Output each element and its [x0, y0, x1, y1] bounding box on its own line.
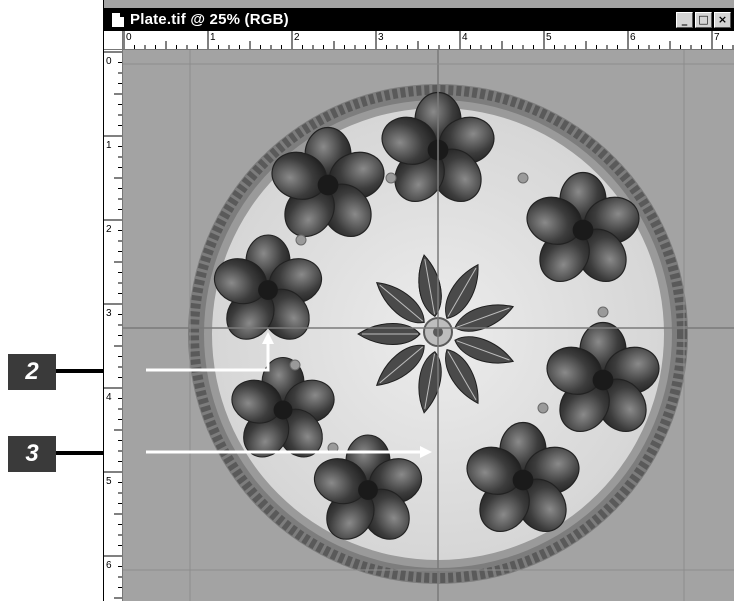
h-ruler-label-7: 7 — [714, 32, 720, 43]
h-ruler-label-1: 1 — [210, 32, 216, 43]
title-bar[interactable]: Plate.tif @ 25% (RGB) _ □ × — [104, 8, 734, 31]
h-ruler-label-2: 2 — [294, 32, 300, 43]
v-ruler-label-2: 2 — [106, 224, 112, 235]
close-button[interactable]: × — [714, 12, 731, 28]
v-ruler-label-1: 1 — [106, 140, 112, 151]
callout-badge-2: 2 — [8, 354, 56, 390]
v-ruler-label-6: 6 — [106, 560, 112, 571]
window-controls: _ □ × — [676, 12, 731, 28]
close-icon: × — [717, 13, 728, 26]
minimize-icon: _ — [681, 13, 688, 26]
v-ruler-label-0: 0 — [106, 56, 112, 67]
horizontal-ruler[interactable]: 0 1 2 3 4 5 6 7 — [104, 31, 734, 50]
image-canvas[interactable] — [123, 50, 734, 601]
minimize-button[interactable]: _ — [676, 12, 693, 28]
h-ruler-label-3: 3 — [378, 32, 384, 43]
h-ruler-label-0: 0 — [126, 32, 132, 43]
document-icon — [112, 12, 124, 27]
ruler-origin[interactable] — [104, 31, 123, 50]
vertical-ruler[interactable]: 0 1 2 3 4 5 6 — [104, 49, 123, 601]
callout-label-2: 2 — [25, 358, 39, 385]
restore-icon: □ — [698, 13, 709, 26]
window-title: Plate.tif @ 25% (RGB) — [130, 11, 289, 28]
plate-image — [123, 50, 734, 601]
vertical-ruler-ticks: 0 1 2 3 4 5 6 — [104, 51, 122, 599]
v-ruler-label-3: 3 — [106, 308, 112, 319]
v-ruler-label-4: 4 — [106, 392, 112, 403]
horizontal-ruler-ticks: 0 1 2 3 4 5 6 7 — [123, 31, 734, 49]
h-ruler-label-6: 6 — [630, 32, 636, 43]
h-ruler-label-4: 4 — [462, 32, 468, 43]
callout-badge-3: 3 — [8, 436, 56, 472]
callout-label-3: 3 — [25, 440, 39, 467]
h-ruler-label-5: 5 — [546, 32, 552, 43]
document-window: Plate.tif @ 25% (RGB) _ □ × 0 1 2 3 4 5 — [103, 0, 734, 601]
v-ruler-label-5: 5 — [106, 476, 112, 487]
restore-button[interactable]: □ — [695, 12, 712, 28]
